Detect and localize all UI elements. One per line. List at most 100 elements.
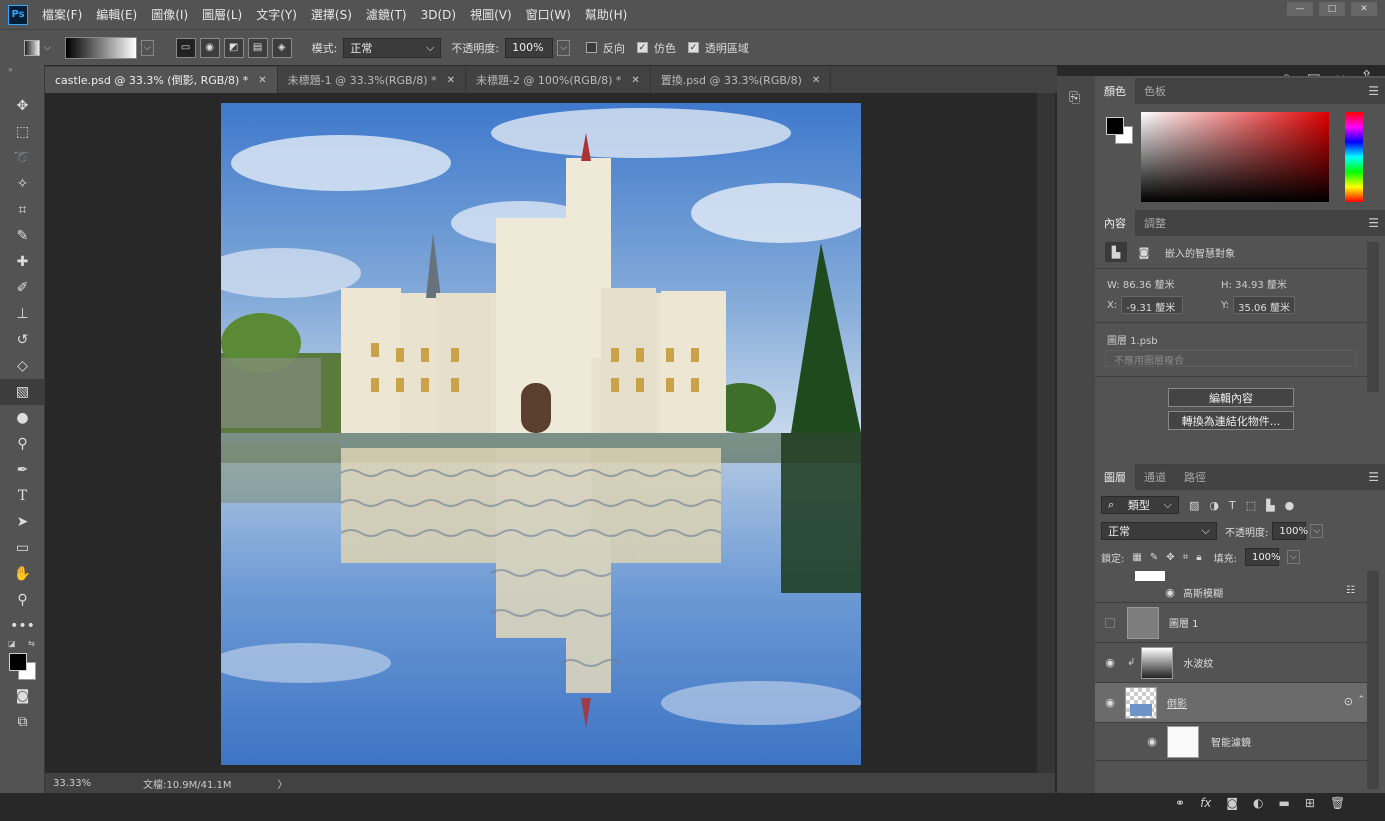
visibility-eye-icon[interactable]: ◉ — [1101, 696, 1119, 709]
canvas-area[interactable] — [45, 93, 1037, 773]
properties-scrollbar[interactable] — [1367, 242, 1379, 392]
link-layers-icon[interactable]: ⚭ — [1175, 796, 1185, 810]
hand-tool-icon[interactable]: ✋ — [0, 561, 45, 587]
vertical-scrollbar[interactable] — [1037, 93, 1055, 773]
add-mask-icon[interactable]: ◙ — [1226, 796, 1238, 810]
x-field[interactable]: -9.31 釐米 — [1121, 296, 1184, 314]
chevron-down-icon[interactable]: ⌵ — [44, 43, 51, 53]
close-icon[interactable]: ✕ — [631, 75, 639, 86]
blend-mode-select[interactable]: 正常 ⌵ — [1101, 522, 1217, 540]
eraser-tool-icon[interactable]: ◇ — [0, 353, 45, 379]
type-tool-icon[interactable]: T — [0, 483, 45, 509]
lock-position-icon[interactable]: ✥ — [1166, 552, 1174, 563]
edit-contents-button[interactable]: 編輯內容 — [1168, 388, 1294, 407]
minimize-button[interactable]: — — [1287, 2, 1313, 16]
menu-filter[interactable]: 濾鏡(T) — [366, 6, 407, 23]
close-icon[interactable]: ✕ — [447, 75, 455, 86]
visibility-off-box[interactable] — [1105, 617, 1115, 628]
lock-all-icon[interactable]: 🔒︎ — [1196, 552, 1201, 563]
filter-shape-icon[interactable]: ⬚ — [1246, 499, 1256, 512]
tab-color[interactable]: 顏色 — [1095, 78, 1135, 104]
more-tools-icon[interactable]: ••• — [0, 613, 45, 639]
tab-untitled-2[interactable]: 未標題-2 @ 100%(RGB/8) * ✕ — [465, 67, 651, 93]
w-value[interactable]: 86.36 釐米 — [1123, 280, 1175, 291]
tab-castle[interactable]: castle.psd @ 33.3% (倒影, RGB/8) * ✕ — [45, 67, 278, 93]
pen-tool-icon[interactable]: ✒ — [0, 457, 45, 483]
tab-layers[interactable]: 圖層 — [1095, 464, 1135, 490]
tab-paths[interactable]: 路徑 — [1175, 464, 1215, 490]
layer-row-smart-filters[interactable]: ◉ 智能濾鏡 — [1095, 723, 1367, 761]
reverse-checkbox[interactable] — [585, 42, 597, 53]
panel-menu-icon[interactable]: ☰ — [1368, 84, 1379, 98]
collapse-arrow-icon[interactable]: ⌃ — [1357, 695, 1365, 705]
layers-scrollbar[interactable] — [1367, 571, 1379, 789]
eyedropper-tool-icon[interactable]: ✎ — [0, 223, 45, 249]
zoom-level[interactable]: 33.33% — [53, 778, 113, 789]
tab-channels[interactable]: 通道 — [1135, 464, 1175, 490]
move-tool-icon[interactable]: ✥ — [0, 93, 45, 119]
menu-view[interactable]: 視圖(V) — [470, 6, 512, 23]
menu-window[interactable]: 窗口(W) — [526, 6, 571, 23]
swap-colors-icon[interactable]: ⇆ — [28, 639, 35, 648]
layer-row-layer1[interactable]: 圖層 1 — [1095, 603, 1367, 643]
gradient-tool-icon[interactable] — [24, 39, 40, 56]
dodge-tool-icon[interactable]: ⚲ — [0, 431, 45, 457]
foreground-color-swatch[interactable] — [9, 653, 27, 671]
brush-tool-icon[interactable]: ✐ — [0, 275, 45, 301]
opacity-field[interactable]: 100% — [505, 37, 554, 58]
maximize-button[interactable]: □ — [1319, 2, 1345, 16]
hue-slider[interactable] — [1345, 112, 1363, 202]
smart-filter-indicator-icon[interactable]: ⊙ — [1344, 695, 1353, 708]
layer-opacity-field[interactable]: 100% — [1272, 522, 1308, 540]
stamp-tool-icon[interactable]: ⊥ — [0, 301, 45, 327]
layer-row-ripple[interactable]: ◉ ↲ 水波紋 — [1095, 643, 1367, 683]
filter-toggle-icon[interactable]: ● — [1285, 499, 1295, 512]
path-selection-tool-icon[interactable]: ➤ — [0, 509, 45, 535]
filter-type-icon[interactable]: T — [1229, 499, 1236, 512]
transparency-checkbox[interactable]: ✓ — [687, 42, 699, 53]
quick-mask-icon[interactable]: ◙ — [0, 683, 45, 709]
tab-untitled-1[interactable]: 未標題-1 @ 33.3%(RGB/8) * ✕ — [277, 67, 466, 93]
crop-tool-icon[interactable]: ⌗ — [0, 197, 45, 223]
magic-wand-tool-icon[interactable]: ✧ — [0, 171, 45, 197]
visibility-eye-icon[interactable]: ◉ — [1143, 735, 1161, 748]
panel-menu-icon[interactable]: ☰ — [1368, 470, 1379, 484]
filter-pixel-icon[interactable]: ▨ — [1189, 499, 1199, 512]
chevron-down-icon[interactable]: ⌵ — [140, 39, 154, 56]
smart-object-icon[interactable]: ▙ — [1105, 242, 1127, 262]
menu-image[interactable]: 圖像(I) — [151, 6, 188, 23]
close-icon[interactable]: ✕ — [258, 75, 266, 86]
rectangle-tool-icon[interactable]: ▭ — [0, 535, 45, 561]
adjustment-layer-icon[interactable]: ◐ — [1253, 796, 1263, 810]
gradient-picker[interactable] — [64, 36, 137, 59]
close-icon[interactable]: ✕ — [812, 75, 820, 86]
delete-layer-icon[interactable]: 🗑︎ — [1330, 796, 1345, 810]
filter-options-icon[interactable]: ☷ — [1346, 585, 1355, 596]
fg-color-chip[interactable] — [1106, 117, 1124, 135]
lock-image-icon[interactable]: ✎ — [1150, 552, 1158, 563]
menu-help[interactable]: 幫助(H) — [585, 6, 627, 23]
collapse-icon[interactable]: » — [0, 65, 44, 75]
menu-3d[interactable]: 3D(D) — [421, 8, 456, 22]
layer-filter-select[interactable]: ⌕ 類型 ⌵ — [1101, 496, 1179, 514]
panel-menu-icon[interactable]: ☰ — [1368, 216, 1379, 230]
radial-gradient-button[interactable]: ◉ — [199, 37, 220, 58]
default-colors-icon[interactable]: ◪ — [8, 639, 16, 648]
chevron-down-icon[interactable]: ⌵ — [1310, 524, 1324, 538]
menu-edit[interactable]: 編輯(E) — [96, 6, 137, 23]
close-button[interactable]: ✕ — [1351, 2, 1377, 16]
blur-tool-icon[interactable]: ● — [0, 405, 45, 431]
visibility-eye-icon[interactable]: ◉ — [1161, 586, 1179, 599]
menu-type[interactable]: 文字(Y) — [256, 6, 297, 23]
zoom-tool-icon[interactable]: ⚲ — [0, 587, 45, 613]
fx-icon[interactable]: fx — [1200, 796, 1211, 810]
marquee-tool-icon[interactable]: ⬚ — [0, 119, 45, 145]
tab-properties[interactable]: 內容 — [1095, 210, 1135, 236]
convert-to-linked-button[interactable]: 轉換為連結化物件... — [1168, 411, 1294, 430]
lock-transparent-icon[interactable]: ▦ — [1132, 552, 1141, 563]
chevron-down-icon[interactable]: ⌵ — [1286, 550, 1300, 564]
diamond-gradient-button[interactable]: ◈ — [271, 37, 292, 58]
lasso-tool-icon[interactable]: ➰ — [0, 145, 45, 171]
tab-adjustments[interactable]: 調整 — [1135, 210, 1175, 236]
visibility-eye-icon[interactable]: ◉ — [1101, 656, 1119, 669]
